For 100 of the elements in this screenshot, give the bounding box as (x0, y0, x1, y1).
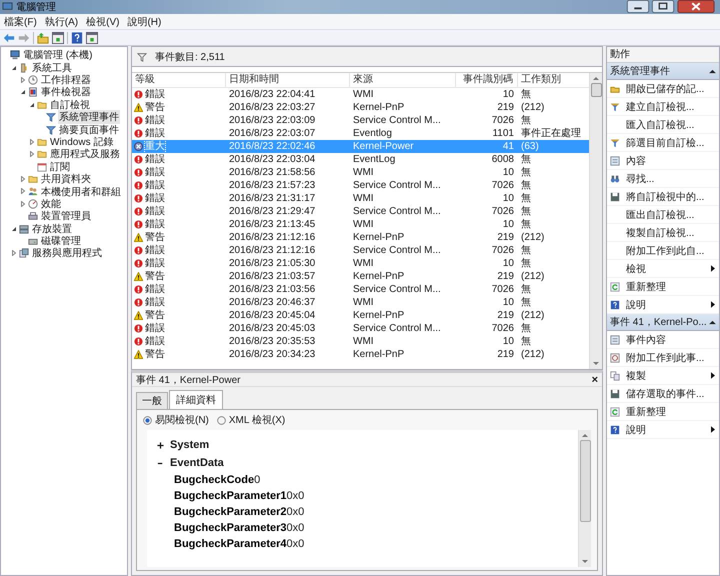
radio-icon[interactable] (216, 416, 226, 424)
action-link[interactable]: 重新整理 (626, 280, 666, 294)
tree-item[interactable]: 訂閱 (49, 160, 71, 174)
maximize-button[interactable] (651, 0, 675, 13)
event-row[interactable]: 錯誤 2016/8/23 22:03:04 EventLog 6008 無 (132, 153, 589, 166)
section-heading[interactable]: System (170, 439, 210, 451)
action-link[interactable]: 檢視 (626, 262, 646, 276)
submenu-arrow-icon[interactable] (711, 265, 715, 272)
event-row[interactable]: 錯誤 2016/8/23 22:04:41 WMI 10 無 (132, 88, 589, 101)
close-button[interactable] (676, 0, 716, 13)
event-row[interactable]: 錯誤 2016/8/23 22:03:09 Service Control M... 7026 無 (132, 114, 589, 127)
tree-item[interactable]: 磁碟管理 (40, 234, 82, 248)
column-header[interactable]: 來源 (350, 73, 456, 87)
scrollbar[interactable] (589, 73, 602, 369)
event-row[interactable]: 錯誤 2016/8/23 21:29:47 Service Control M... 7026 無 (132, 205, 589, 218)
action-link[interactable]: 事件內容 (626, 332, 666, 346)
close-button[interactable]: × (592, 374, 598, 386)
action-link[interactable]: 附加工作到此自... (626, 244, 704, 258)
expanded-arrow-icon[interactable] (20, 89, 26, 96)
event-row[interactable]: 警告 2016/8/23 21:03:57 Kernel-PnP 219 (212) (132, 270, 589, 283)
section-heading[interactable]: EventData (170, 457, 224, 469)
action-link[interactable]: 複製自訂檢視... (626, 226, 694, 240)
event-row[interactable]: 錯誤 2016/8/23 21:57:23 Service Control M... 7026 無 (132, 179, 589, 192)
menu-item[interactable]: 檢視(V) (82, 14, 124, 28)
scroll-thumb[interactable] (590, 83, 602, 97)
collapsed-arrow-icon[interactable] (20, 176, 26, 182)
submenu-arrow-icon[interactable] (711, 372, 715, 379)
action-link[interactable]: 篩選目前自訂檢... (626, 136, 704, 150)
action-link[interactable]: 重新整理 (626, 404, 666, 418)
event-row[interactable]: 警告 2016/8/23 22:03:27 Kernel-PnP 219 (212) (132, 101, 589, 114)
event-row[interactable]: 錯誤 2016/8/23 20:46:37 WMI 10 無 (132, 296, 589, 309)
action-link[interactable]: 尋找... (626, 172, 654, 186)
tree-item[interactable]: 自訂檢視 (49, 98, 91, 112)
back-arrow-icon[interactable] (3, 32, 15, 44)
tab[interactable]: 詳細資料 (169, 390, 223, 409)
action-group-header[interactable]: 系統管理事件 (607, 63, 719, 80)
tree-item[interactable]: 工作排程器 (40, 72, 92, 87)
tree-item[interactable]: 系統工具 (31, 60, 73, 75)
tree-item[interactable]: 摘要頁面事件 (58, 122, 120, 137)
submenu-arrow-icon[interactable] (711, 426, 715, 433)
tree-item[interactable]: 事件檢視器 (40, 85, 92, 100)
menu-item[interactable]: 檔案(F) (0, 14, 41, 28)
action-link[interactable]: 說明 (626, 422, 646, 436)
tree-item[interactable]: 裝置管理員 (40, 209, 92, 224)
event-row[interactable]: 錯誤 2016/8/23 21:05:30 WMI 10 無 (132, 257, 589, 270)
radio-label[interactable]: 易閱檢視(N) (155, 413, 209, 427)
plus-icon[interactable] (157, 442, 164, 448)
folder-up-icon[interactable] (37, 32, 49, 44)
expanded-arrow-icon[interactable] (11, 226, 17, 232)
action-link[interactable]: 匯出自訂檢視... (626, 208, 694, 222)
collapsed-arrow-icon[interactable] (11, 250, 17, 256)
tree-item[interactable]: 電腦管理 (本機) (22, 48, 94, 62)
minimize-button[interactable] (626, 0, 650, 13)
radio-selected-icon[interactable] (143, 416, 152, 424)
pane-icon[interactable] (52, 32, 64, 44)
tree-item[interactable]: 存放裝置 (31, 222, 73, 236)
column-header[interactable]: 等級 (132, 73, 226, 87)
submenu-arrow-icon[interactable] (711, 301, 715, 308)
event-row[interactable]: 警告 2016/8/23 20:34:23 Kernel-PnP 219 (212) (132, 348, 589, 361)
collapsed-arrow-icon[interactable] (29, 151, 35, 158)
event-row[interactable]: 警告 2016/8/23 20:45:04 Kernel-PnP 219 (212) (132, 309, 589, 322)
tree-item[interactable]: 本機使用者和群組 (40, 184, 122, 198)
menu-item[interactable]: 說明(H) (123, 14, 166, 28)
tree-item[interactable]: Windows 記錄 (49, 134, 114, 149)
tree-item[interactable]: 應用程式及服務 (49, 147, 121, 162)
collapsed-arrow-icon[interactable] (29, 138, 35, 145)
action-link[interactable]: 匯入自訂檢視... (626, 118, 694, 132)
help-icon[interactable] (71, 32, 83, 44)
scrollbar[interactable] (578, 430, 591, 567)
tree-item[interactable]: 效能 (40, 196, 62, 211)
scroll-up-arrow-icon[interactable] (582, 433, 588, 437)
collapse-arrow-icon[interactable] (709, 68, 716, 74)
tree-item[interactable]: 系統管理事件 (58, 110, 120, 124)
expanded-arrow-icon[interactable] (29, 102, 35, 108)
menu-item[interactable]: 執行(A) (40, 14, 82, 28)
action-link[interactable]: 內容 (626, 154, 646, 168)
pane-icon[interactable] (86, 32, 98, 44)
collapsed-arrow-icon[interactable] (20, 200, 26, 207)
event-row[interactable]: 錯誤 2016/8/23 20:45:03 Service Control M... 7026 無 (132, 322, 589, 335)
scroll-up-arrow-icon[interactable] (593, 76, 599, 80)
action-link[interactable]: 將自訂檢視中的... (626, 190, 704, 204)
scroll-down-arrow-icon[interactable] (582, 560, 588, 564)
collapse-arrow-icon[interactable] (709, 320, 716, 324)
action-group-header[interactable]: 事件 41，Kernel-Po... (607, 314, 719, 331)
event-row[interactable]: 錯誤 2016/8/23 21:12:16 Service Control M... 7026 無 (132, 244, 589, 257)
action-link[interactable]: 附加工作到此事... (626, 350, 704, 364)
action-link[interactable]: 說明 (626, 298, 646, 312)
tree-item[interactable]: 共用資料夾 (40, 172, 92, 186)
collapsed-arrow-icon[interactable] (20, 76, 26, 83)
collapsed-arrow-icon[interactable] (20, 188, 26, 194)
action-link[interactable]: 建立自訂檢視... (626, 100, 694, 114)
column-header[interactable]: 工作類別 (518, 73, 589, 87)
radio-label[interactable]: XML 檢視(X) (228, 413, 286, 427)
action-link[interactable]: 開啟已儲存的記... (626, 82, 704, 96)
tab[interactable]: 一般 (136, 392, 168, 409)
event-row[interactable]: 錯誤 2016/8/23 20:35:53 WMI 10 無 (132, 335, 589, 348)
tree-item[interactable]: 服務與應用程式 (31, 246, 103, 260)
column-header[interactable]: 事件識別碼 (456, 73, 518, 87)
action-link[interactable]: 儲存選取的事件... (626, 386, 704, 400)
scroll-down-arrow-icon[interactable] (593, 362, 599, 366)
